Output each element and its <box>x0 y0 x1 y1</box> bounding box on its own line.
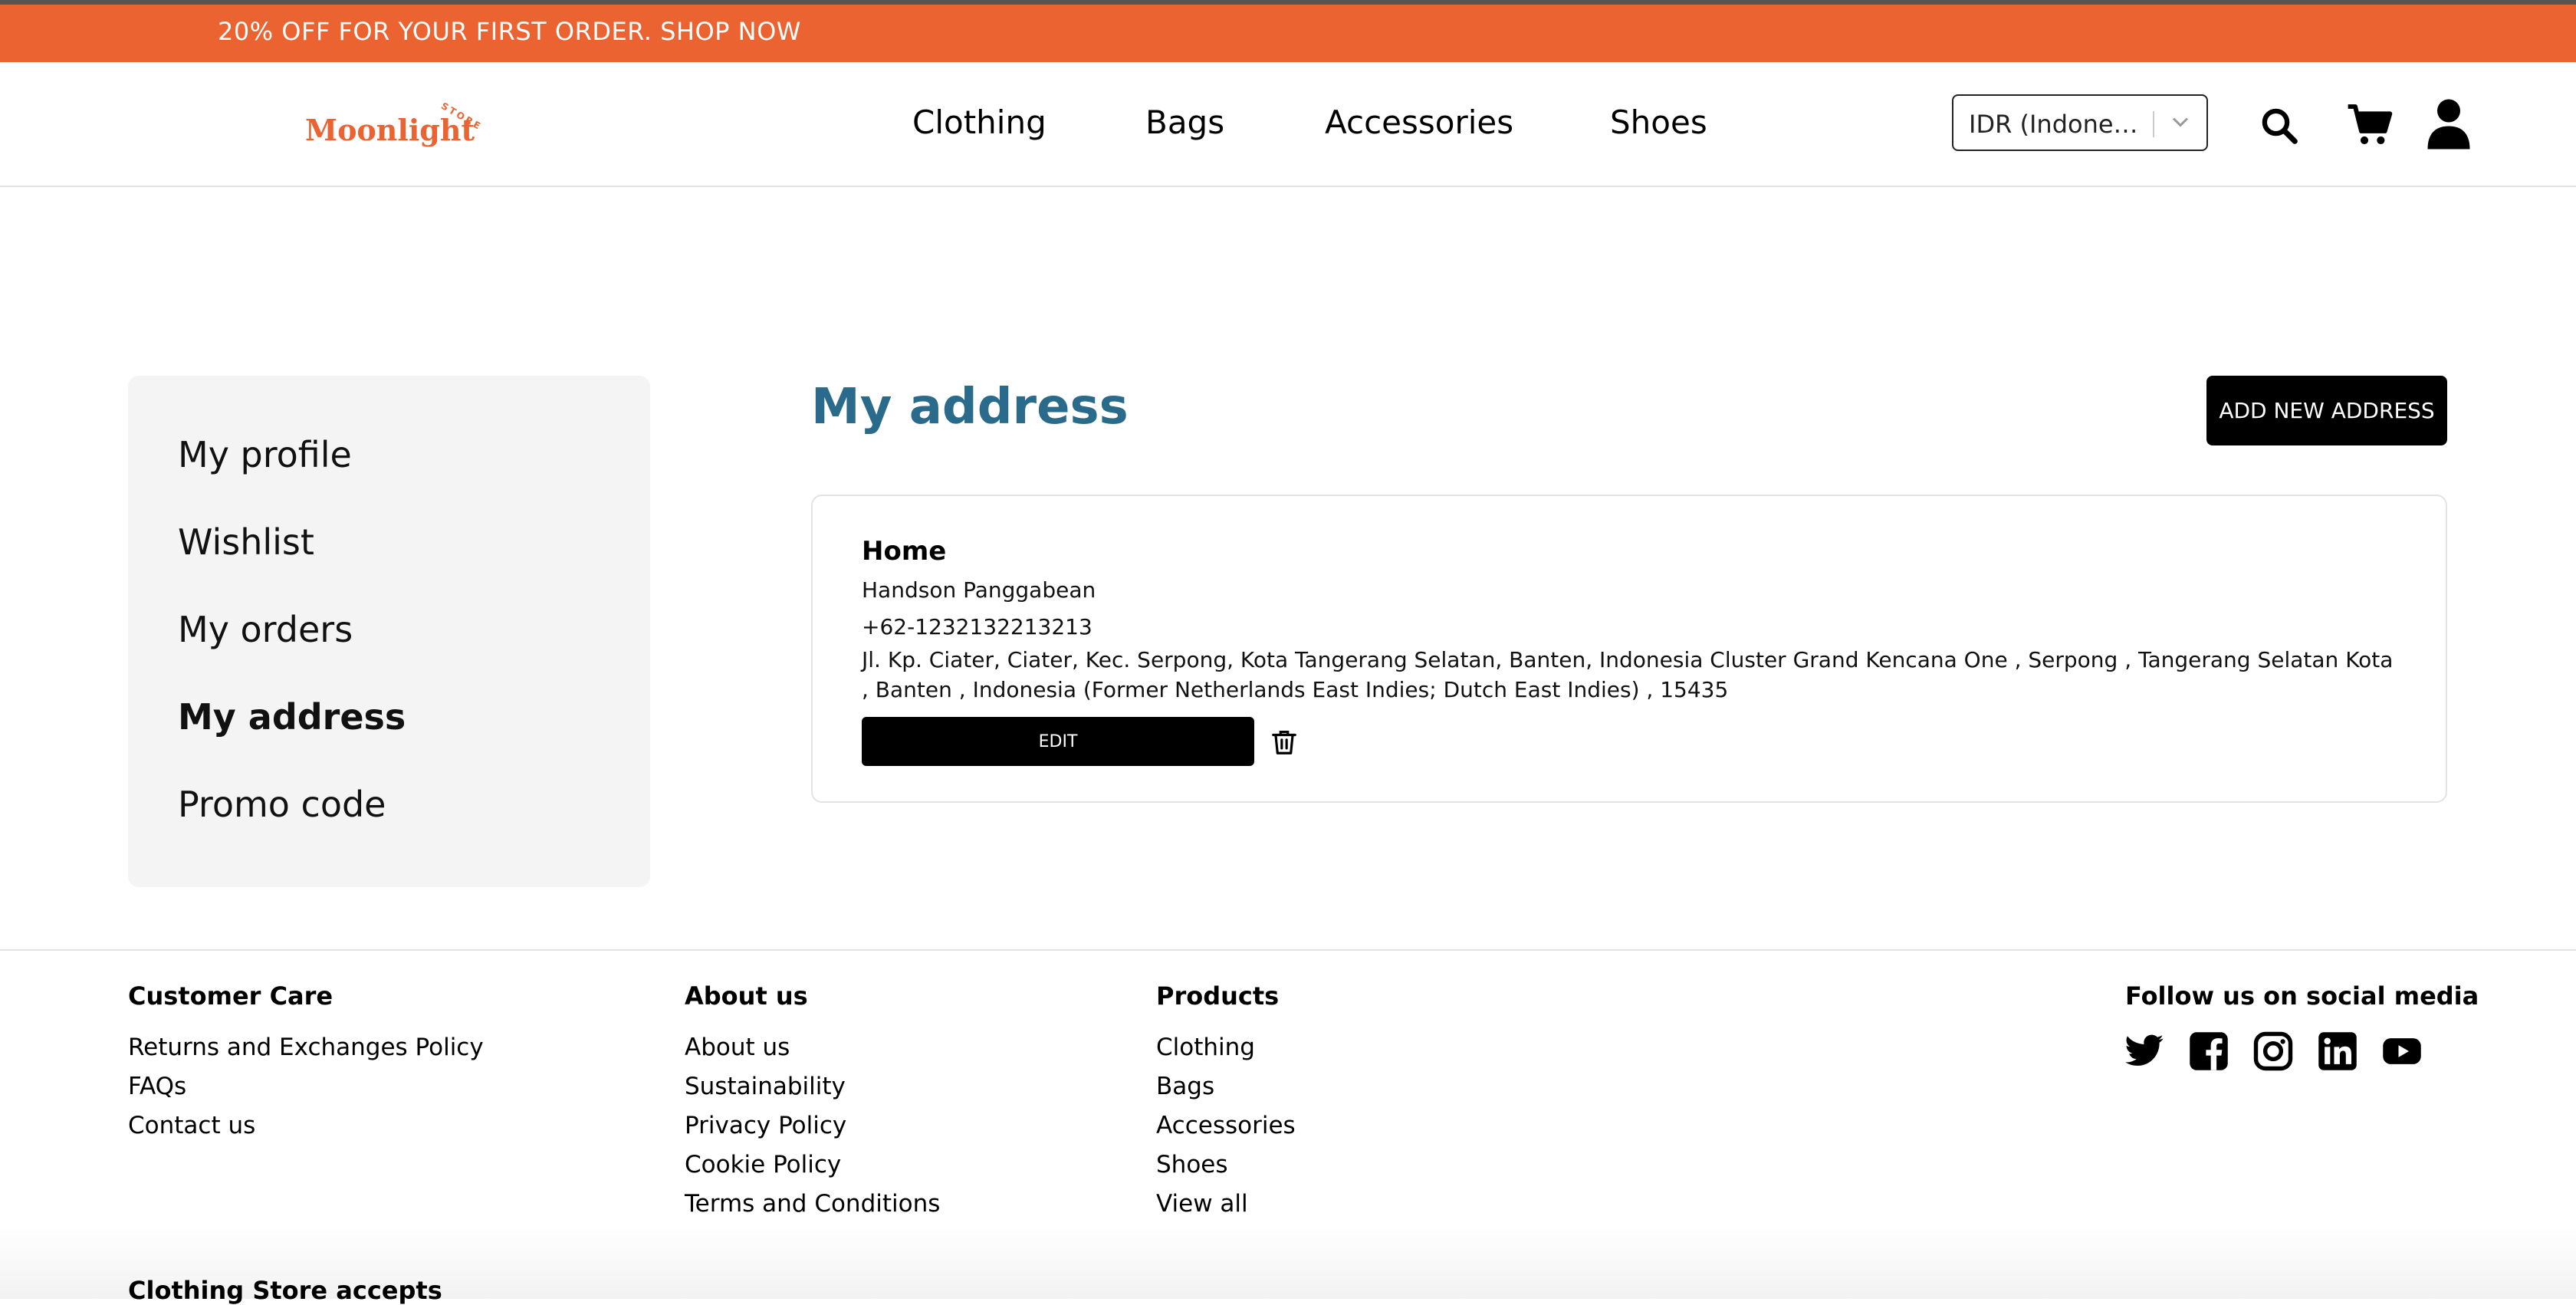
footer-link-shoes[interactable]: Shoes <box>1156 1151 1228 1178</box>
add-new-address-button[interactable]: ADD NEW ADDRESS <box>2206 376 2447 445</box>
currency-select[interactable]: IDR (Indone… <box>1952 94 2208 151</box>
footer-link-bags[interactable]: Bags <box>1156 1073 1214 1100</box>
site-header: Moonlight STORE Clothing Bags Accessorie… <box>0 62 2576 187</box>
payment-accepts-heading: Clothing Store accepts <box>128 1276 442 1305</box>
footer-link-accessories[interactable]: Accessories <box>1156 1112 1296 1139</box>
facebook-icon[interactable] <box>2188 1031 2229 1072</box>
logo-word: Moonlight <box>305 113 475 147</box>
sidebar-item-my-orders[interactable]: My orders <box>178 609 353 650</box>
store-logo[interactable]: Moonlight STORE <box>305 100 489 159</box>
footer-divider <box>0 949 2576 951</box>
user-icon[interactable] <box>2426 97 2472 151</box>
currency-separator <box>2153 111 2154 137</box>
twitter-icon[interactable] <box>2124 1031 2165 1072</box>
search-icon[interactable] <box>2259 105 2300 146</box>
nav-accessories[interactable]: Accessories <box>1325 104 1513 141</box>
footer-link-terms[interactable]: Terms and Conditions <box>685 1190 940 1218</box>
nav-bags[interactable]: Bags <box>1145 104 1224 141</box>
page-title: My address <box>811 379 1129 436</box>
youtube-icon[interactable] <box>2381 1031 2423 1072</box>
sidebar-item-my-address[interactable]: My address <box>178 696 406 738</box>
footer-social-heading: Follow us on social media <box>2125 981 2479 1011</box>
footer-link-faqs[interactable]: FAQs <box>128 1073 186 1100</box>
footer-link-privacy[interactable]: Privacy Policy <box>685 1112 846 1139</box>
footer-link-sustainability[interactable]: Sustainability <box>685 1073 846 1100</box>
currency-value: IDR (Indone… <box>1969 110 2138 139</box>
cart-icon[interactable] <box>2346 100 2395 150</box>
sidebar-item-wishlist[interactable]: Wishlist <box>178 521 314 563</box>
recipient-name: Handson Panggabean <box>862 577 1096 603</box>
footer-link-about-us[interactable]: About us <box>685 1034 790 1061</box>
promo-text[interactable]: 20% OFF FOR YOUR FIRST ORDER. SHOP NOW <box>218 17 801 46</box>
chevron-down-icon <box>2172 117 2189 127</box>
account-sidebar: My profile Wishlist My orders My address… <box>128 376 650 887</box>
address-card: Home Handson Panggabean +62-123213221321… <box>811 495 2447 803</box>
footer-about-heading: About us <box>685 981 808 1011</box>
nav-shoes[interactable]: Shoes <box>1610 104 1707 141</box>
footer-customer-care-heading: Customer Care <box>128 981 334 1011</box>
footer-link-clothing[interactable]: Clothing <box>1156 1034 1255 1061</box>
sidebar-item-promo-code[interactable]: Promo code <box>178 784 386 825</box>
promo-banner[interactable]: 20% OFF FOR YOUR FIRST ORDER. SHOP NOW <box>0 5 2576 62</box>
footer-products-heading: Products <box>1156 981 1280 1011</box>
footer-link-contact[interactable]: Contact us <box>128 1112 255 1139</box>
trash-icon[interactable] <box>1270 728 1299 757</box>
nav-clothing[interactable]: Clothing <box>912 104 1046 141</box>
recipient-phone: +62-1232132213213 <box>862 614 1092 639</box>
edit-address-button[interactable]: EDIT <box>862 717 1254 766</box>
footer-link-view-all[interactable]: View all <box>1156 1190 1248 1218</box>
instagram-icon[interactable] <box>2252 1031 2294 1072</box>
footer-link-cookie[interactable]: Cookie Policy <box>685 1151 841 1178</box>
footer-link-returns-policy[interactable]: Returns and Exchanges Policy <box>128 1034 484 1061</box>
address-label: Home <box>862 536 947 567</box>
linkedin-icon[interactable] <box>2317 1031 2358 1072</box>
address-text: Jl. Kp. Ciater, Ciater, Kec. Serpong, Ko… <box>862 647 2394 702</box>
sidebar-item-my-profile[interactable]: My profile <box>178 434 352 475</box>
